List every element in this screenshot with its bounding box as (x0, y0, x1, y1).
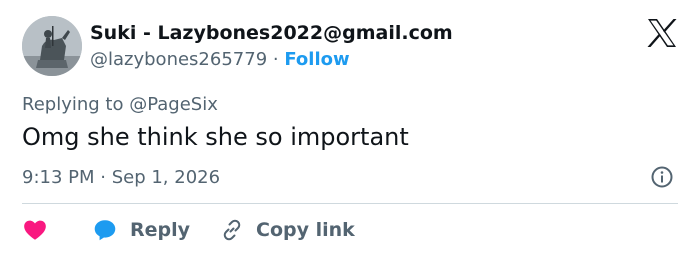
author-handle[interactable]: @lazybones265779 (90, 49, 267, 70)
reply-label: Reply (130, 219, 191, 241)
info-icon[interactable] (650, 165, 674, 189)
avatar[interactable] (22, 16, 82, 76)
author-handle-row: @lazybones265779 · Follow (90, 49, 350, 70)
separator-dot: · (272, 49, 279, 70)
reply-mention-link[interactable]: @PageSix (129, 94, 218, 115)
reply-button[interactable]: Reply (92, 217, 190, 243)
x-logo-icon[interactable] (646, 18, 678, 48)
author-display-name[interactable]: Suki - Lazybones2022@gmail.com (90, 22, 453, 44)
reply-bubble-icon (94, 220, 116, 241)
like-button[interactable] (22, 217, 92, 243)
heart-icon (24, 220, 46, 240)
reply-context: Replying to @PageSix (22, 94, 218, 115)
copy-link-button[interactable]: Copy link (190, 218, 355, 242)
divider (22, 203, 678, 204)
tweet-text: Omg she think she so important (22, 123, 409, 151)
copy-link-label: Copy link (256, 219, 355, 241)
author-name-row: Suki - Lazybones2022@gmail.com (90, 22, 453, 46)
tweet-timestamp[interactable]: 9:13 PM · Sep 1, 2026 (22, 167, 220, 188)
link-icon (223, 219, 241, 241)
follow-button[interactable]: Follow (284, 49, 349, 70)
tweet-actions: Reply Copy link (22, 216, 355, 244)
statue-avatar-icon (22, 16, 82, 76)
reply-context-prefix: Replying to (22, 94, 124, 115)
